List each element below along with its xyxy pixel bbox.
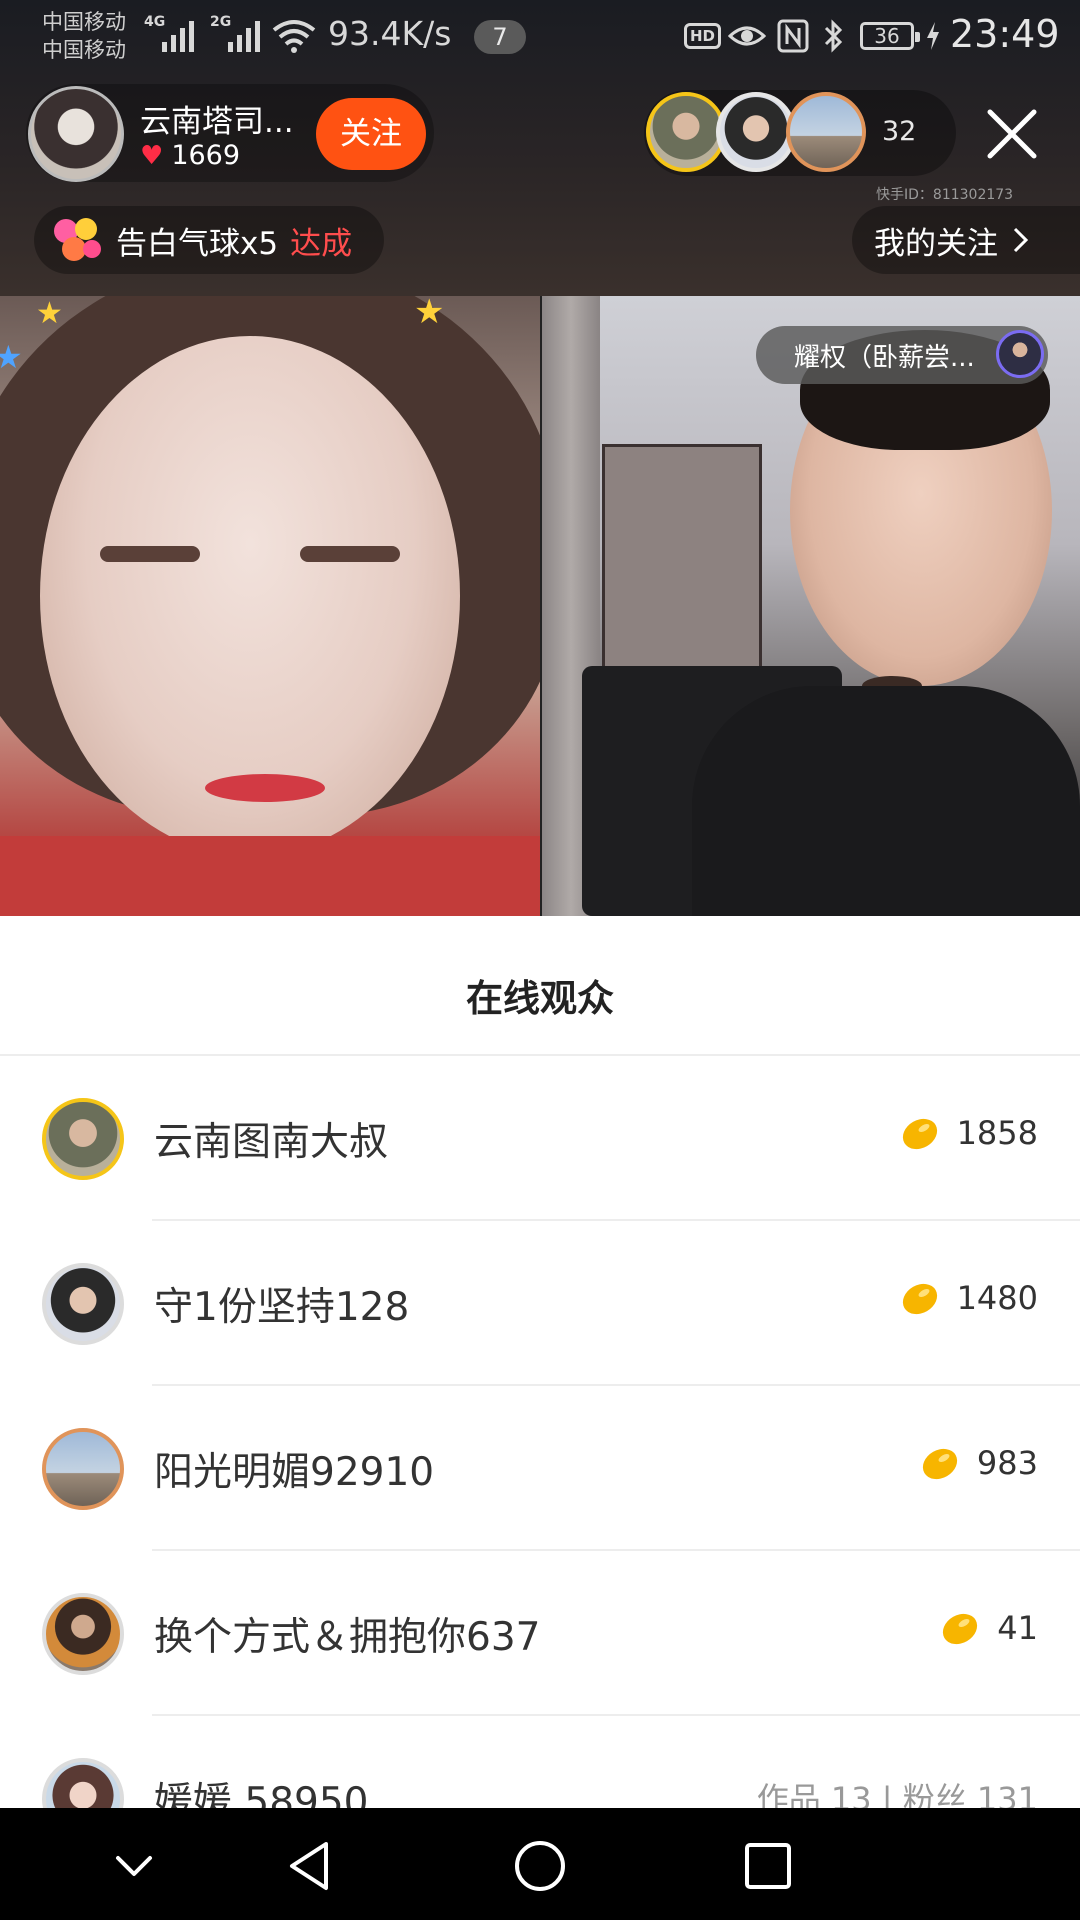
viewer-score-value: 41 [997, 1609, 1038, 1647]
viewer-avatar[interactable] [42, 1593, 124, 1675]
viewer-avatar[interactable] [42, 1428, 124, 1510]
viewer-count[interactable]: 32 [882, 116, 916, 147]
host-likes-count: 1669 [171, 140, 241, 171]
gold-bean-icon [902, 1118, 937, 1150]
viewer-score-value: 1858 [956, 1114, 1038, 1152]
my-follow-label: 我的关注 [874, 225, 998, 262]
charging-icon [927, 22, 939, 50]
signal-icon [162, 18, 194, 52]
live-header: 中国移动 中国移动 4G 2G 93.4K/s 7 HD 36 23:49 云南… [0, 0, 1080, 296]
clock: 23:49 [950, 12, 1060, 56]
bluetooth-icon [824, 19, 843, 53]
notification-badge: 7 [474, 20, 526, 54]
host-likes: ♥ 1669 [140, 140, 240, 171]
balloon-task-pill[interactable]: 告白气球x5 达成 [34, 206, 384, 274]
system-nav-bar [0, 1808, 1080, 1920]
top-viewer-avatar-2[interactable] [716, 92, 796, 172]
viewer-avatar[interactable] [42, 1758, 124, 1808]
kuaishou-id: 快手ID：811302173 [876, 187, 1014, 203]
heart-icon: ♥ [140, 140, 164, 171]
viewer-stats: 作品 13 | 粉丝 131 [756, 1780, 1038, 1808]
viewer-name: 换个方式＆拥抱你637 [154, 1615, 541, 1660]
follow-button[interactable]: 关注 [316, 98, 426, 170]
star-sticker-icon-3: ★ [0, 338, 23, 376]
recents-icon[interactable] [738, 1836, 798, 1896]
home-icon[interactable] [510, 1836, 570, 1896]
viewer-score: 1858 [899, 1114, 1038, 1152]
carrier-2: 中国移动 [42, 38, 126, 62]
love-balloon-icon [54, 218, 101, 261]
host-avatar[interactable] [28, 86, 124, 182]
eye-icon [728, 26, 766, 46]
signal-icon-2 [228, 18, 260, 52]
viewer-row[interactable]: 守1份坚持128 1480 [0, 1221, 1080, 1386]
viewer-score: 983 [919, 1444, 1038, 1482]
viewer-row[interactable]: 媛媛 58950 作品 13 | 粉丝 131 [0, 1716, 1080, 1808]
guest-avatar[interactable] [996, 330, 1044, 378]
battery-icon: 36 [860, 22, 920, 50]
sheet-title: 在线观众 [466, 977, 614, 1020]
back-icon[interactable] [280, 1836, 340, 1896]
hd-icon: HD [684, 18, 722, 54]
viewer-avatar[interactable] [42, 1098, 124, 1180]
close-icon[interactable] [984, 106, 1040, 162]
host-name[interactable]: 云南塔司... [140, 96, 294, 141]
viewer-row[interactable]: 换个方式＆拥抱你637 41 [0, 1551, 1080, 1716]
gold-bean-icon [902, 1283, 937, 1315]
chevron-down-icon[interactable] [104, 1836, 164, 1896]
carrier-1: 中国移动 [42, 10, 126, 34]
chevron-right-icon [1013, 227, 1029, 253]
gold-bean-icon [922, 1448, 958, 1480]
viewer-name: 阳光明媚92910 [154, 1450, 435, 1495]
viewer-score: 1480 [899, 1279, 1038, 1317]
viewer-avatar[interactable] [42, 1263, 124, 1345]
balloon-task-status: 达成 [290, 225, 353, 262]
gold-bean-icon [943, 1613, 978, 1645]
wifi-icon [272, 20, 316, 53]
viewer-row[interactable]: 阳光明媚92910 983 [0, 1386, 1080, 1551]
hd-label: HD [684, 23, 722, 49]
host-camera-view: ★ ★ ★ [0, 296, 540, 916]
star-sticker-icon-2: ★ [414, 296, 445, 332]
guest-name-pill[interactable]: 耀权（卧薪尝... [756, 326, 1048, 384]
star-sticker-icon: ★ [36, 296, 63, 331]
net-speed: 93.4K/s [328, 14, 452, 53]
viewer-score-value: 1480 [956, 1279, 1038, 1317]
nfc-icon [777, 19, 809, 53]
guest-name: 耀权（卧薪尝... [794, 342, 975, 373]
viewer-name: 媛媛 58950 [154, 1780, 369, 1808]
status-bar: 中国移动 中国移动 4G 2G 93.4K/s 7 HD 36 23:49 [0, 0, 1080, 74]
guest-camera-view [542, 296, 1080, 916]
carrier-labels: 中国移动 中国移动 [42, 8, 126, 64]
viewer-row[interactable]: 云南图南大叔 1858 [0, 1056, 1080, 1221]
balloon-task-text: 告白气球x5 [116, 225, 279, 262]
top-viewer-avatar-1[interactable] [646, 92, 726, 172]
my-follow-pill[interactable]: 我的关注 [852, 206, 1080, 274]
top-viewer-avatar-3[interactable] [786, 92, 866, 172]
live-video-area[interactable]: ★ ★ ★ [0, 296, 1080, 916]
viewer-score: 41 [939, 1609, 1038, 1647]
viewer-score-value: 983 [976, 1444, 1038, 1482]
viewer-name: 云南图南大叔 [154, 1120, 389, 1165]
viewer-name: 守1份坚持128 [154, 1285, 410, 1330]
online-viewers-sheet: 在线观众 云南图南大叔 1858 守1份坚持128 1480 阳光明媚92910 [0, 916, 1080, 1808]
